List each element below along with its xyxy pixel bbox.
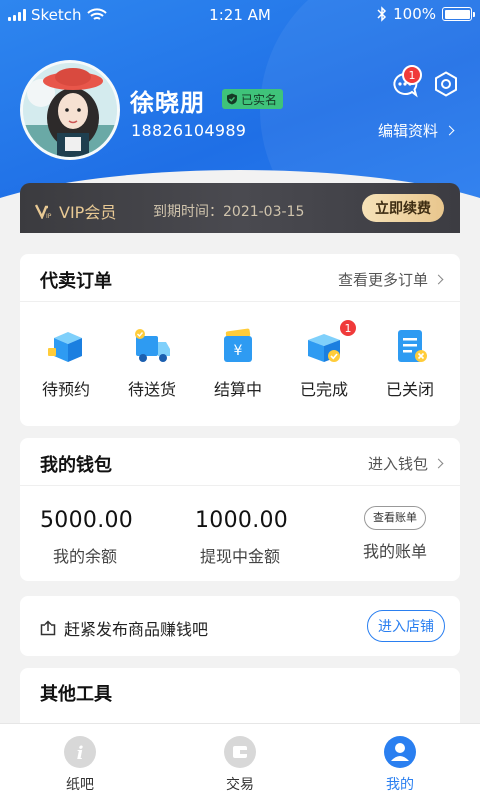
order-label: 已关闭 — [385, 380, 434, 399]
verified-label: 已实名 — [241, 92, 278, 107]
promo-text: 赶紧发布商品赚钱吧 — [64, 620, 209, 639]
order-label: 已完成 — [299, 380, 348, 399]
order-status-pending-appointment[interactable]: 待预约 — [26, 326, 106, 400]
order-label: 结算中 — [213, 380, 262, 399]
tab-label: 交易 — [226, 777, 254, 793]
renew-button[interactable]: 立即续费 — [362, 194, 444, 222]
order-label: 待送货 — [127, 380, 176, 399]
user-phone: 18826104989 — [131, 121, 247, 140]
enter-wallet-label: 进入钱包 — [367, 455, 428, 473]
vip-crown-icon: IP — [35, 204, 52, 219]
wallet-yen-icon: ¥ — [216, 326, 260, 366]
order-label: 待预约 — [41, 380, 90, 399]
hexagon-settings-icon — [435, 71, 457, 97]
svg-text:i: i — [77, 743, 84, 764]
status-bar: Sketch 1:21 AM 100% — [0, 0, 480, 30]
chevron-right-icon — [433, 274, 444, 285]
enter-shop-button[interactable]: 进入店铺 — [367, 610, 445, 642]
promo-card: 赶紧发布商品赚钱吧 进入店铺 — [20, 596, 460, 656]
view-more-orders-link[interactable]: 查看更多订单 — [337, 269, 444, 290]
battery-percent: 100% — [393, 5, 436, 23]
completed-badge: 1 — [338, 318, 358, 338]
view-more-orders-label: 查看更多订单 — [337, 271, 428, 289]
orders-title: 代卖订单 — [40, 271, 112, 292]
promo-message: 赶紧发布商品赚钱吧 — [40, 616, 208, 640]
withdrawing-label: 提现中金额 — [199, 547, 280, 566]
package-box-icon — [44, 326, 88, 366]
shield-check-icon — [227, 93, 237, 105]
view-bill-button[interactable]: 查看账单 — [364, 506, 426, 530]
bill-label: 我的账单 — [362, 542, 427, 561]
tab-trade[interactable]: 交易 — [190, 736, 290, 794]
tab-label: 纸吧 — [66, 777, 94, 793]
order-status-closed[interactable]: 已关闭 — [370, 326, 450, 400]
orders-card: 代卖订单 查看更多订单 待预约 待送货 ¥ 结算中 1 已完成 已关闭 — [20, 254, 460, 426]
tools-title: 其他工具 — [40, 684, 112, 705]
vip-logo: IP VIP会员 — [35, 199, 116, 223]
tab-paper-bar[interactable]: i 纸吧 — [30, 736, 130, 794]
balance-label: 我的余额 — [52, 547, 117, 566]
bill-stat[interactable]: 查看账单 我的账单 — [350, 506, 440, 562]
wallet-header: 我的钱包 进入钱包 — [20, 438, 460, 486]
orders-header: 代卖订单 查看更多订单 — [20, 254, 460, 302]
chevron-right-icon — [433, 458, 444, 469]
chevron-right-icon — [444, 125, 455, 136]
edit-profile-link[interactable]: 编辑资料 — [378, 120, 455, 141]
svg-text:¥: ¥ — [234, 343, 243, 359]
settings-button[interactable] — [431, 69, 461, 99]
trade-icon — [224, 736, 256, 768]
svg-text:IP: IP — [46, 213, 52, 219]
info-icon: i — [64, 736, 96, 768]
bluetooth-icon — [377, 6, 387, 22]
withdrawing-value: 1000.00 — [195, 508, 289, 533]
tab-label: 我的 — [386, 777, 414, 793]
avatar[interactable] — [20, 60, 120, 160]
message-badge: 1 — [402, 65, 422, 85]
tab-mine[interactable]: 我的 — [350, 736, 450, 794]
upload-icon — [40, 620, 56, 636]
wallet-card: 我的钱包 进入钱包 5000.00 我的余额 1000.00 提现中金额 查看账… — [20, 438, 460, 581]
order-status-pending-delivery[interactable]: 待送货 — [112, 326, 192, 400]
user-name: 徐晓朋 — [130, 89, 205, 117]
enter-wallet-link[interactable]: 进入钱包 — [367, 453, 444, 474]
balance-stat[interactable]: 5000.00 我的余额 — [40, 508, 134, 567]
edit-profile-label: 编辑资料 — [378, 122, 439, 140]
withdrawing-stat[interactable]: 1000.00 提现中金额 — [195, 508, 289, 567]
tab-bar: i 纸吧 交易 我的 — [0, 723, 480, 800]
vip-bar: IP VIP会员 到期时间：2021-03-15 立即续费 — [20, 183, 460, 233]
closed-document-icon — [388, 326, 432, 366]
order-status-completed[interactable]: 1 已完成 — [284, 318, 364, 400]
wallet-title: 我的钱包 — [40, 455, 112, 476]
user-icon — [384, 736, 416, 768]
vip-expire-text: 到期时间：2021-03-15 — [153, 204, 305, 220]
delivery-truck-icon — [130, 326, 174, 366]
battery-icon — [442, 7, 475, 21]
order-status-settling[interactable]: ¥ 结算中 — [198, 326, 278, 400]
balance-value: 5000.00 — [40, 508, 134, 533]
vip-label: VIP会员 — [59, 203, 117, 222]
verified-badge: 已实名 — [222, 89, 284, 109]
completed-box-icon: 1 — [302, 318, 358, 366]
